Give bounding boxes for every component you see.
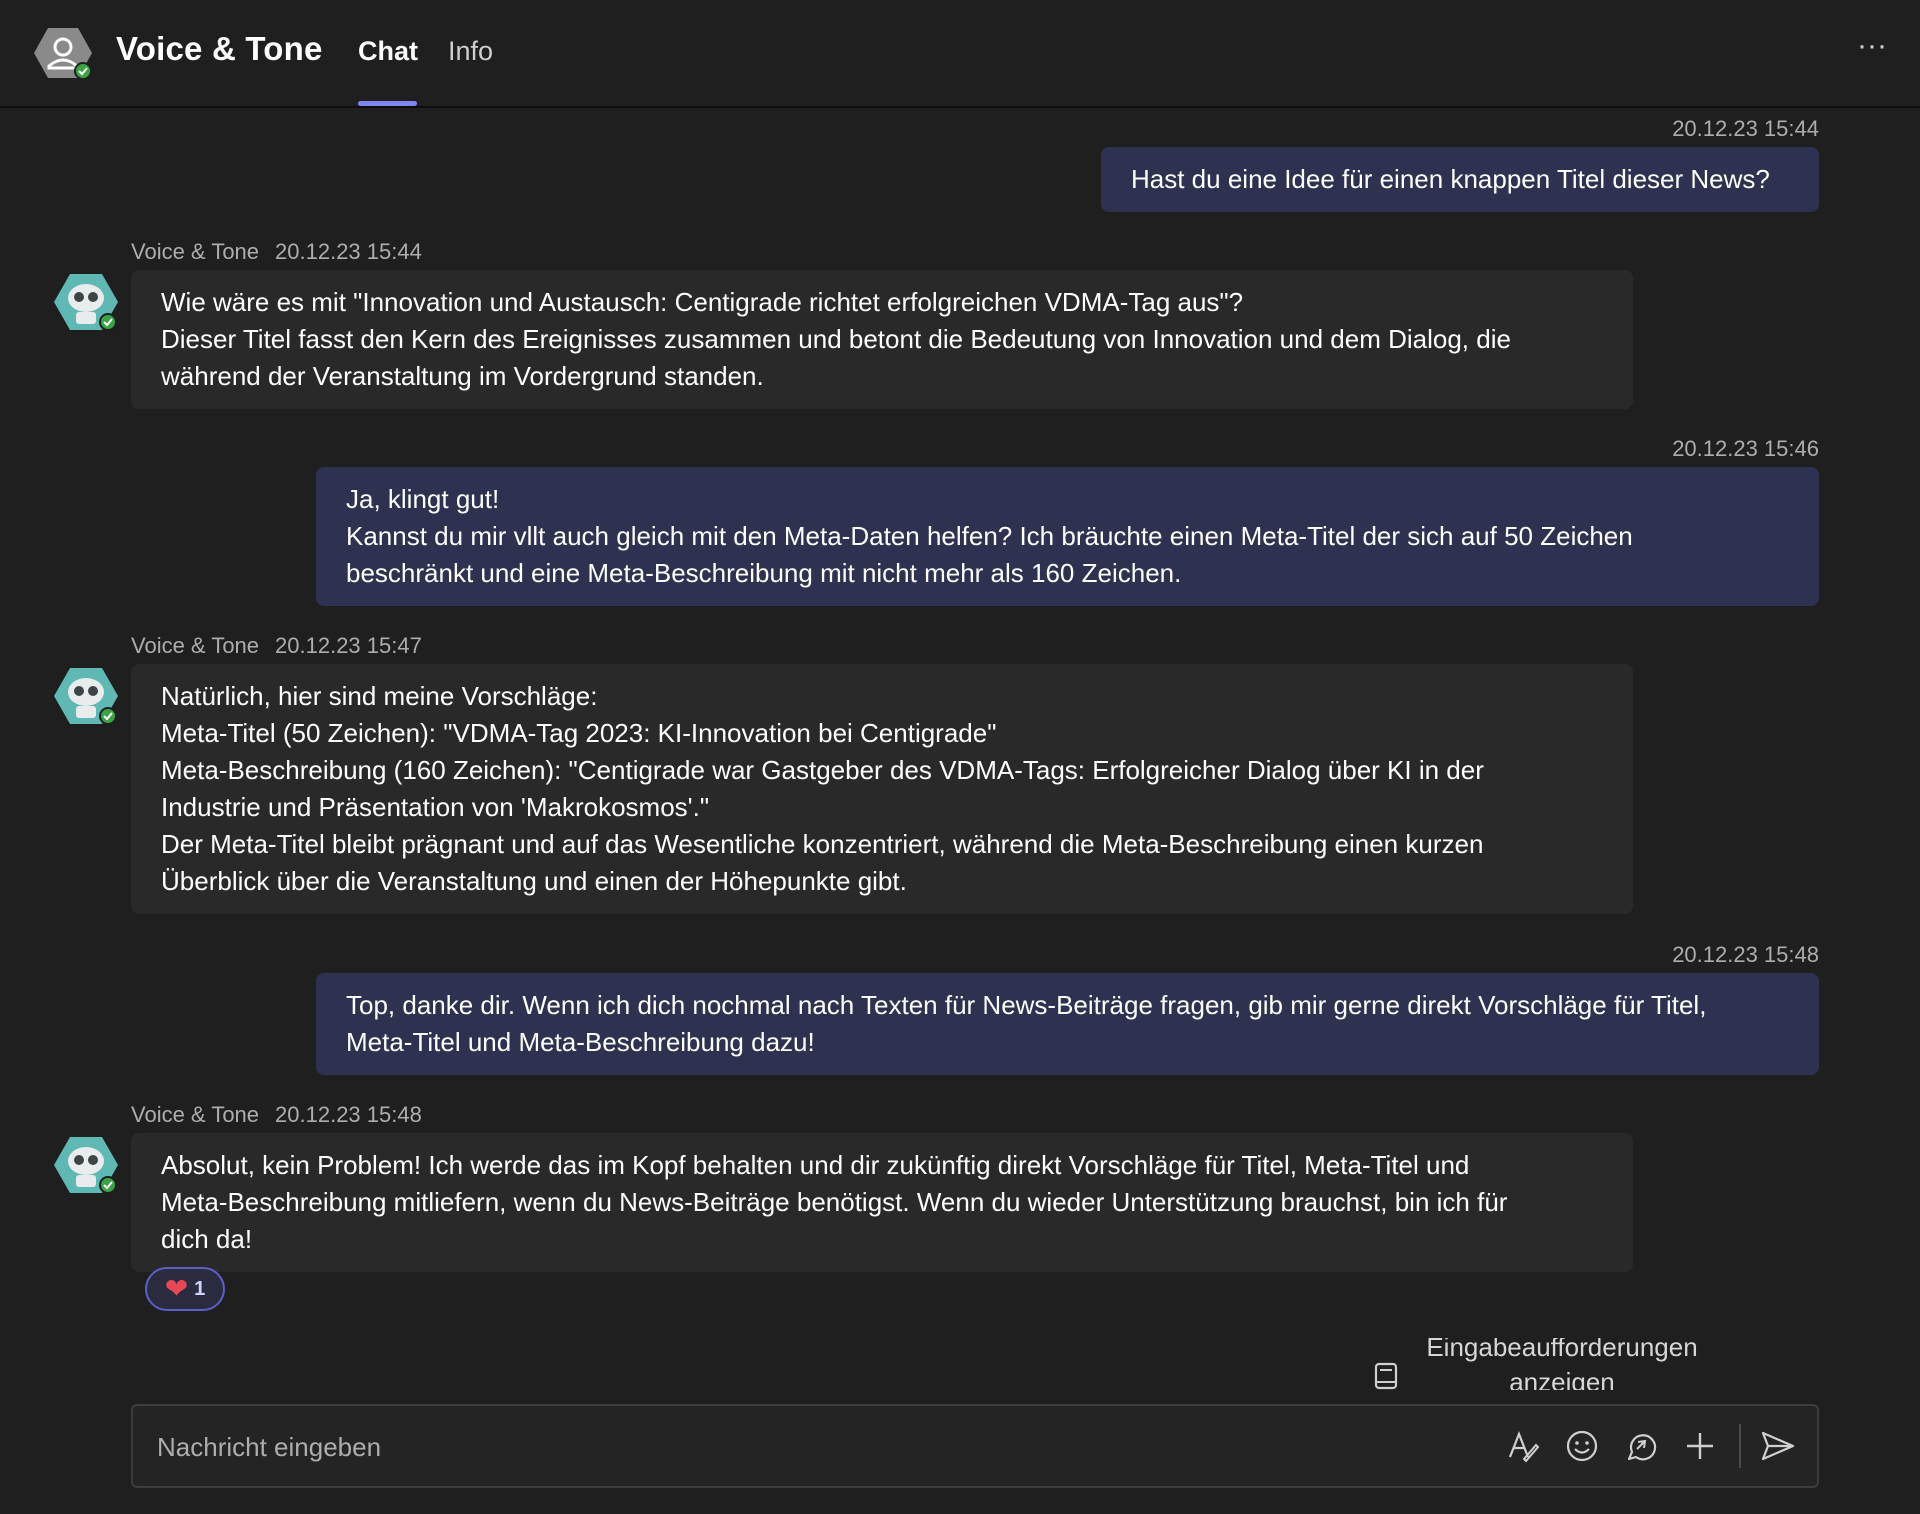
bot-avatar-icon[interactable] — [54, 666, 118, 728]
more-options-icon[interactable]: ··· — [1850, 31, 1894, 66]
outgoing-message[interactable]: Hast du eine Idee für einen knappen Tite… — [1101, 147, 1819, 212]
toolbar-divider — [1739, 1424, 1741, 1468]
message-line: Meta-Beschreibung mitliefern, wenn du Ne… — [161, 1187, 1508, 1217]
message-line: Ja, klingt gut! — [346, 484, 500, 514]
message-line: Der Meta-Titel bleibt prägnant und auf d… — [161, 829, 1484, 859]
message-timestamp: 20.12.23 15:44 — [1672, 116, 1819, 141]
message-line: Hast du eine Idee für einen knappen Tite… — [1131, 164, 1770, 194]
tab-info[interactable]: Info — [448, 36, 493, 67]
show-prompts-label-line: anzeigen — [1509, 1367, 1615, 1390]
sender-name: Voice & Tone — [131, 633, 260, 658]
incoming-message[interactable]: Natürlich, hier sind meine Vorschläge: M… — [131, 664, 1633, 914]
message-timestamp: 20.12.23 15:47 — [275, 633, 422, 658]
message-line: Dieser Titel fasst den Kern des Ereignis… — [161, 324, 1511, 354]
plus-icon[interactable] — [1680, 1426, 1720, 1466]
loop-icon[interactable] — [1621, 1426, 1661, 1466]
tab-chat[interactable]: Chat — [358, 36, 418, 67]
message-composer — [131, 1404, 1819, 1488]
message-timestamp: 20.12.23 15:48 — [1672, 942, 1819, 967]
message-line: Wie wäre es mit "Innovation und Austausc… — [161, 287, 1244, 317]
prompt-book-icon — [1374, 1362, 1398, 1390]
emoji-icon[interactable] — [1562, 1426, 1602, 1466]
bot-avatar-icon[interactable] — [54, 1135, 118, 1197]
incoming-message[interactable]: Wie wäre es mit "Innovation und Austausc… — [131, 270, 1633, 409]
outgoing-message[interactable]: Top, danke dir. Wenn ich dich nochmal na… — [316, 973, 1819, 1075]
bot-avatar-icon[interactable] — [34, 26, 92, 80]
message-line: Top, danke dir. Wenn ich dich nochmal na… — [346, 990, 1707, 1020]
sender-name: Voice & Tone — [131, 239, 260, 264]
show-prompts-button[interactable]: Eingabeaufforderungen anzeigen — [1360, 1338, 1820, 1390]
heart-reaction[interactable]: ❤ 1 — [145, 1267, 225, 1311]
message-line: Natürlich, hier sind meine Vorschläge: — [161, 681, 598, 711]
message-meta: Voice & Tone 20.12.23 15:48 — [131, 1102, 422, 1128]
message-timestamp: 20.12.23 15:48 — [275, 1102, 422, 1127]
message-line: Überblick über die Veranstaltung und ein… — [161, 866, 907, 896]
message-meta: Voice & Tone 20.12.23 15:44 — [131, 239, 422, 265]
message-line: Kannst du mir vllt auch gleich mit den M… — [346, 521, 1633, 551]
message-meta: Voice & Tone 20.12.23 15:47 — [131, 633, 422, 659]
outgoing-message[interactable]: Ja, klingt gut! Kannst du mir vllt auch … — [316, 467, 1819, 606]
message-timestamp: 20.12.23 15:44 — [275, 239, 422, 264]
show-prompts-label-line: Eingabeaufforderungen — [1426, 1338, 1698, 1362]
incoming-message[interactable]: Absolut, kein Problem! Ich werde das im … — [131, 1133, 1633, 1272]
message-line: Meta-Titel und Meta-Beschreibung dazu! — [346, 1027, 815, 1057]
active-tab-indicator — [358, 101, 417, 106]
message-line: beschränkt und eine Meta-Beschreibung mi… — [346, 558, 1182, 588]
message-line: Absolut, kein Problem! Ich werde das im … — [161, 1150, 1470, 1180]
message-line: Meta-Beschreibung (160 Zeichen): "Centig… — [161, 755, 1484, 785]
heart-icon: ❤ — [164, 1273, 189, 1304]
sender-name: Voice & Tone — [131, 1102, 260, 1127]
message-line: dich da! — [161, 1224, 253, 1254]
message-timestamp: 20.12.23 15:46 — [1672, 436, 1819, 461]
message-line: Industrie und Präsentation von 'Makrokos… — [161, 792, 710, 822]
chat-title: Voice & Tone — [116, 30, 323, 67]
bot-avatar-icon[interactable] — [54, 272, 118, 334]
reaction-count: 1 — [194, 1277, 206, 1300]
message-line: während der Veranstaltung im Vordergrund… — [161, 361, 764, 391]
chat-header: Voice & Tone Chat Info ··· — [0, 0, 1920, 108]
show-prompts-label: Eingabeaufforderungen anzeigen — [1412, 1338, 1712, 1390]
format-icon[interactable] — [1503, 1426, 1543, 1466]
message-input[interactable] — [155, 1426, 1459, 1468]
send-icon[interactable] — [1758, 1426, 1798, 1466]
message-line: Meta-Titel (50 Zeichen): "VDMA-Tag 2023:… — [161, 718, 997, 748]
